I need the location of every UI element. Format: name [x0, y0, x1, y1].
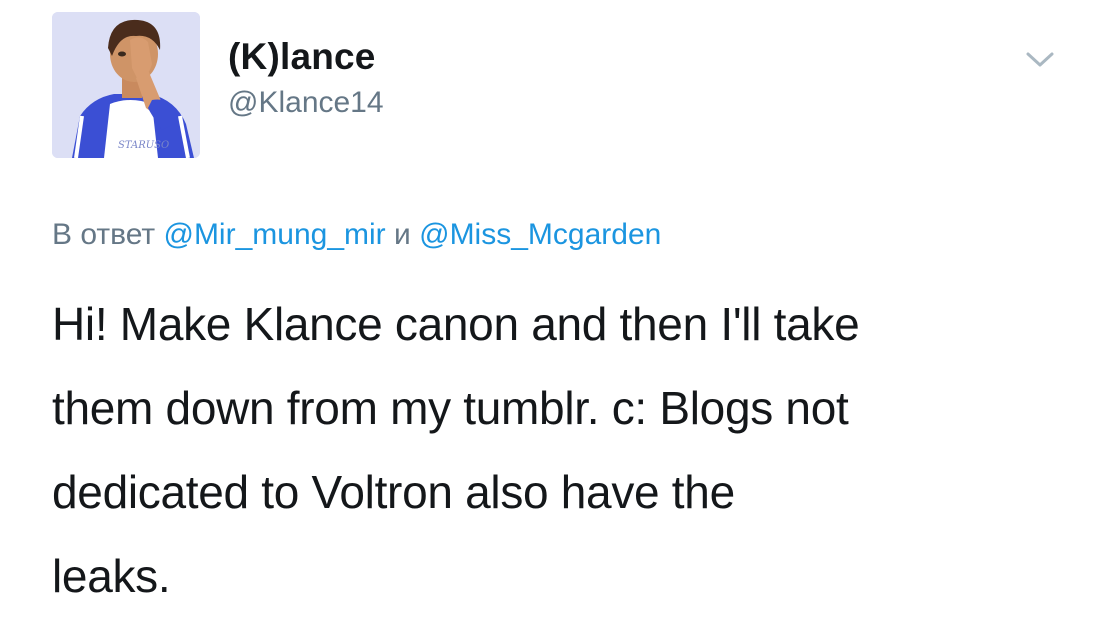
reply-context: В ответ @Mir_mung_mir и @Miss_Mcgarden [52, 218, 661, 252]
tweet-text-line: them down from my tumblr. c: Blogs not [52, 382, 849, 434]
avatar-illustration-icon: STARUSO [52, 12, 200, 158]
svg-text:STARUSO: STARUSO [118, 140, 169, 151]
chevron-down-icon[interactable] [1022, 48, 1058, 72]
reply-mention-link[interactable]: @Mir_mung_mir [163, 218, 385, 251]
author-handle[interactable]: @Klance14 [228, 86, 384, 120]
reply-mention-link[interactable]: @Miss_Mcgarden [419, 218, 661, 251]
tweet-text-line: Hi! Make Klance canon and then I'll take [52, 298, 860, 350]
reply-conjunction: и [394, 218, 411, 251]
tweet-text-line: leaks. [52, 550, 171, 602]
tweet-body: Hi! Make Klance canon and then I'll take… [52, 282, 1082, 618]
tweet-card: STARUSO (K)lance @Klance14 В ответ @Mir_… [0, 0, 1097, 604]
tweet-text-line: dedicated to Voltron also have the [52, 466, 735, 518]
reply-prefix: В ответ [52, 218, 156, 251]
author-display-name[interactable]: (K)lance [228, 36, 376, 78]
avatar[interactable]: STARUSO [52, 12, 200, 158]
